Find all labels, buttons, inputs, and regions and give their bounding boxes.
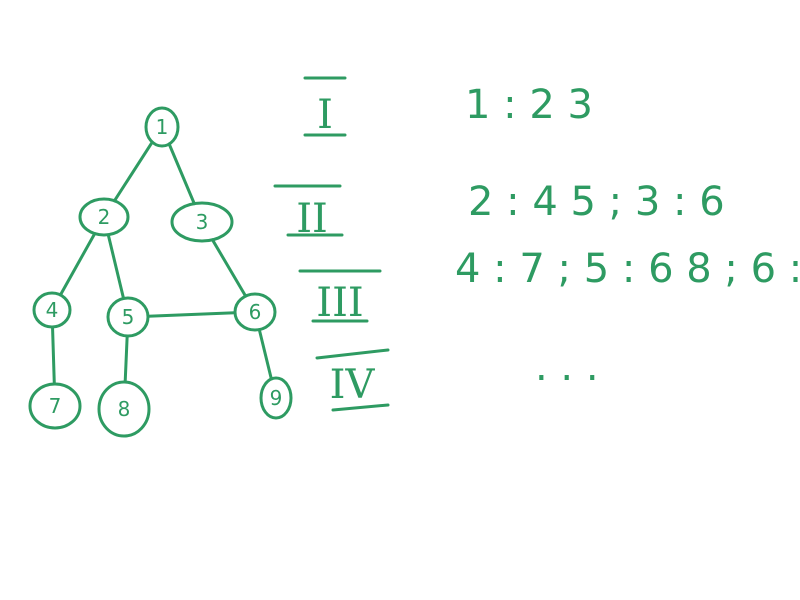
level-labels: I II III IV bbox=[273, 76, 390, 412]
tree-edge-1-2 bbox=[112, 140, 154, 203]
tree-node-9: 9 bbox=[259, 376, 293, 420]
node-label: 3 bbox=[196, 210, 209, 234]
tree-node-6: 6 bbox=[233, 292, 277, 332]
node-label: 9 bbox=[270, 386, 283, 410]
whiteboard-canvas: 1 2 3 4 5 6 7 8 9 I II III IV 1 : 2 3 2 : 4 5 ; … bbox=[28, 76, 800, 438]
node-label: 4 bbox=[46, 298, 59, 322]
node-label: 8 bbox=[118, 397, 131, 421]
tree-edge-5-8 bbox=[123, 334, 129, 384]
tree-node-7: 7 bbox=[28, 382, 82, 430]
level-label-1: I bbox=[317, 92, 333, 138]
tree-nodes: 1 2 3 4 5 6 7 8 9 bbox=[28, 106, 293, 438]
tree-edge-2-4 bbox=[58, 232, 97, 297]
level-label-3: III bbox=[316, 280, 363, 326]
note-line-3: 4 : 7 ; 5 : 6 8 ; 6 : 9 bbox=[455, 246, 800, 292]
node-label: 5 bbox=[122, 305, 135, 329]
tree-edges bbox=[51, 140, 273, 386]
tree-edge-3-6 bbox=[210, 238, 248, 298]
tree-edge-1-3 bbox=[167, 142, 196, 206]
tree-node-1: 1 bbox=[144, 106, 180, 148]
note-line-2: 2 : 4 5 ; 3 : 6 bbox=[468, 179, 725, 225]
note-line-1: 1 : 2 3 bbox=[465, 82, 593, 128]
node-label: 6 bbox=[249, 300, 262, 324]
tree-edge-6-9 bbox=[257, 328, 273, 381]
tree-node-4: 4 bbox=[32, 291, 72, 329]
node-label: 1 bbox=[156, 115, 169, 139]
tree-node-2: 2 bbox=[78, 197, 130, 237]
tree-edge-2-5 bbox=[106, 233, 126, 300]
adjacency-notes: 1 : 2 3 2 : 4 5 ; 3 : 6 4 : 7 ; 5 : 6 8 … bbox=[455, 82, 800, 390]
note-ellipsis: . . . bbox=[535, 344, 599, 390]
level-overbar bbox=[315, 348, 390, 360]
node-label: 2 bbox=[98, 205, 111, 229]
tree-node-8: 8 bbox=[97, 380, 151, 438]
tree-edge-5-6 bbox=[146, 311, 237, 318]
level-label-4: IV bbox=[330, 362, 376, 408]
tree-node-5: 5 bbox=[106, 296, 150, 338]
node-label: 7 bbox=[49, 394, 62, 418]
tree-edge-4-7 bbox=[51, 325, 56, 386]
tree-node-3: 3 bbox=[170, 201, 234, 243]
